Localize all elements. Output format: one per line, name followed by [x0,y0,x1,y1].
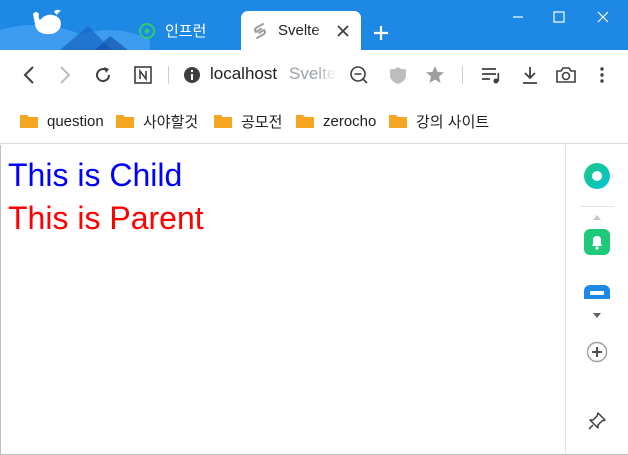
bookmark-folder-zerocho[interactable]: zerocho [296,110,376,132]
toolbar-separator [168,66,169,84]
reload-button[interactable] [91,63,115,87]
folder-icon [296,115,314,128]
bookmark-label: question [47,112,104,130]
bookmark-label: zerocho [323,112,377,130]
new-tab-button[interactable] [368,20,394,46]
back-button[interactable] [17,63,41,87]
toolbar-separator [462,66,463,84]
notification-bell-icon[interactable] [584,229,610,255]
more-menu-icon[interactable] [590,63,614,87]
folder-icon [214,115,232,128]
bookmark-label: 공모전 [241,113,283,131]
reading-list-icon[interactable] [479,63,503,87]
folder-icon [116,115,134,128]
bookmark-folder-buy-list[interactable]: 사야할것 [116,110,198,132]
pin-icon[interactable] [585,409,609,433]
tab-title: Svelte [278,22,320,39]
address-path[interactable]: Svelte [289,64,337,84]
bookmark-label: 강의 사이트 [416,113,490,131]
sidebar-app-icon[interactable] [584,285,610,299]
tab-title: 인프런 [165,23,207,40]
address-host[interactable]: localhost [210,64,277,84]
tab-strip: 인프런 Svelte [0,0,628,50]
close-tab-icon[interactable] [335,23,351,39]
folder-icon [20,115,38,128]
screenshot-camera-icon[interactable] [554,63,578,87]
folder-icon [389,115,407,128]
tab-inflearn[interactable]: 인프런 [128,11,240,50]
add-sidebar-app-icon[interactable] [585,340,609,364]
zoom-out-icon[interactable] [347,63,371,87]
window-border [0,145,1,455]
notion-icon[interactable] [131,63,155,87]
whale-logo-icon [30,8,64,36]
sidebar-divider [580,206,614,207]
site-info-icon[interactable] [180,63,204,87]
shield-icon[interactable] [386,63,410,87]
scroll-up-icon[interactable] [592,213,602,221]
whale-space-icon[interactable] [582,161,612,191]
bookmark-folder-lecture-sites[interactable]: 강의 사이트 [389,110,489,132]
bookmark-label: 사야할것 [143,113,199,131]
maximize-button[interactable] [536,2,582,32]
inflearn-leaf-icon [138,22,156,40]
bookmark-star-icon[interactable] [423,63,447,87]
download-icon[interactable] [518,63,542,87]
browser-toolbar: localhost Svelte [0,50,628,100]
child-component-text: This is Child [8,157,183,193]
close-window-button[interactable] [580,2,626,32]
bookmark-folder-question[interactable]: question [20,110,104,132]
forward-button[interactable] [53,63,77,87]
parent-component-text: This is Parent [8,200,204,236]
scroll-down-icon[interactable] [592,311,602,319]
browser-sidebar [565,145,628,455]
tab-svelte[interactable]: Svelte [241,11,361,50]
svelte-icon [251,22,269,40]
bookmark-folder-contest[interactable]: 공모전 [214,110,282,132]
page-viewport: This is Child This is Parent [0,145,565,455]
minimize-button[interactable] [495,2,541,32]
bookmarks-bar: question 사야할것 공모전 zerocho 강의 사이트 [0,100,628,144]
